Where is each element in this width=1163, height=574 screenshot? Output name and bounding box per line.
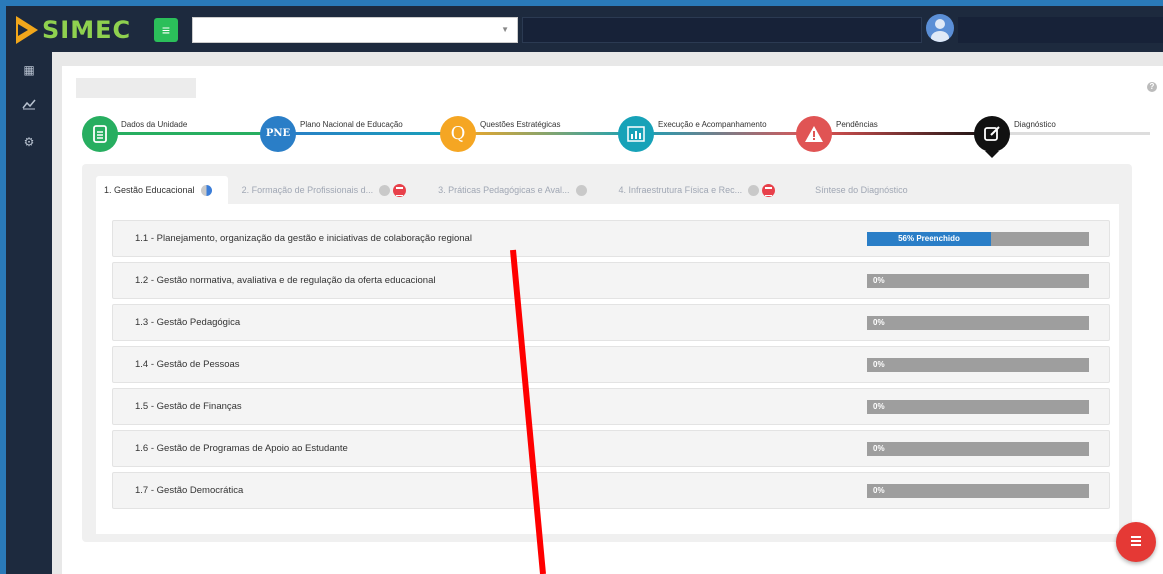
settings-gears-icon[interactable]: ⚙ [20,134,38,150]
floating-menu-button[interactable] [1116,522,1156,562]
progress-stepper: Dados da Unidade PNE Plano Nacional de E… [80,114,1150,164]
section-row[interactable]: 1.1 - Planejamento, organização da gestã… [112,220,1110,257]
progress-pie-icon [748,184,760,196]
step-connector [280,132,458,135]
tab-label: 3. Práticas Pedagógicas e Aval... [438,185,570,195]
tab-gestao-educacional[interactable]: 1. Gestão Educacional [96,176,228,204]
progress-bar: 0% [867,358,1089,372]
tab-praticas-pedagogicas[interactable]: 3. Práticas Pedagógicas e Aval... [422,176,602,204]
step-label: Execução e Acompanhamento [658,120,767,129]
step-diagnostico[interactable] [974,116,1010,152]
progress-label: 0% [873,402,885,411]
progress-label: 0% [873,360,885,369]
brand-name-text: SIMEC [42,16,132,44]
tab-infraestrutura[interactable]: 4. Infraestrutura Física e Rec... [603,176,792,204]
document-icon [93,125,107,143]
top-search-field[interactable] [522,17,922,43]
help-icon[interactable]: ? [1147,82,1157,92]
section-row[interactable]: 1.4 - Gestão de Pessoas 0% [112,346,1110,383]
section-row[interactable]: 1.6 - Gestão de Programas de Apoio ao Es… [112,430,1110,467]
user-avatar[interactable] [926,14,954,42]
section-title: 1.4 - Gestão de Pessoas [135,359,240,370]
main-content: ? Dados da Unidade PNE Plano Nacional de… [62,66,1163,574]
section-title: 1.7 - Gestão Democrática [135,485,244,496]
progress-bar: 0% [867,484,1089,498]
progress-bar: 0% [867,442,1089,456]
active-step-pointer [985,151,999,158]
section-row[interactable]: 1.3 - Gestão Pedagógica 0% [112,304,1110,341]
section-title: 1.5 - Gestão de Finanças [135,401,242,412]
tab-label: Síntese do Diagnóstico [815,185,908,195]
diagnostico-panel: 1. Gestão Educacional 2. Formação de Pro… [82,164,1132,542]
progress-pie-icon [200,184,212,196]
progress-bar: 0% [867,274,1089,288]
progress-pie-icon [575,184,587,196]
section-title: 1.6 - Gestão de Programas de Apoio ao Es… [135,443,348,454]
section-title: 1.3 - Gestão Pedagógica [135,317,241,328]
simec-logo[interactable]: SIMEC [16,14,131,46]
left-sidebar: ▦ ⚙ [0,52,52,574]
chevron-down-icon: ▼ [501,25,509,34]
q-icon: Q [450,123,466,144]
step-dados-unidade[interactable] [82,116,118,152]
section-row[interactable]: 1.7 - Gestão Democrática 0% [112,472,1110,509]
logo-arrow-icon [16,16,38,44]
tab-content: 1.1 - Planejamento, organização da gestã… [96,204,1119,534]
menu-toggle-button[interactable]: ≡ [154,18,178,42]
tab-formacao-profissionais[interactable]: 2. Formação de Profissionais d... [228,176,423,204]
section-row[interactable]: 1.2 - Gestão normativa, avaliativa e de … [112,262,1110,299]
step-execucao[interactable] [618,116,654,152]
bar-chart-icon [627,126,645,142]
brand-name: SIMEC [42,16,131,44]
hamburger-icon: ≡ [161,22,171,38]
edit-icon [984,126,1000,141]
pne-icon: PNE [265,128,291,139]
progress-label: 56% Preenchido [898,234,960,243]
user-menu[interactable] [958,17,1163,43]
tab-label: 2. Formação de Profissionais d... [241,185,374,195]
warning-icon [805,126,823,142]
tab-label: 1. Gestão Educacional [104,185,195,195]
section-title: 1.1 - Planejamento, organização da gestã… [135,233,472,244]
step-label: Dados da Unidade [121,120,188,129]
step-connector [100,132,280,135]
step-label: Pendências [836,120,878,129]
list-icon [393,183,407,197]
section-title: 1.2 - Gestão normativa, avaliativa e de … [135,275,436,286]
unit-select[interactable]: ▼ [192,17,518,43]
step-connector [458,132,636,135]
progress-bar: 0% [867,316,1089,330]
page-title [76,78,196,98]
top-navbar: SIMEC ≡ ▼ [0,0,1163,52]
step-connector [992,132,1150,135]
step-label: Plano Nacional de Educação [300,120,403,129]
progress-label: 0% [873,444,885,453]
section-tabs: 1. Gestão Educacional 2. Formação de Pro… [96,176,924,204]
progress-bar: 0% [867,400,1089,414]
dashboard-grid-icon[interactable]: ▦ [20,62,38,78]
step-label: Diagnóstico [1014,120,1056,129]
progress-label: 0% [873,318,885,327]
section-row[interactable]: 1.5 - Gestão de Finanças 0% [112,388,1110,425]
tab-label: 4. Infraestrutura Física e Rec... [618,185,743,195]
step-pne[interactable]: PNE [260,116,296,152]
progress-label: 0% [873,486,885,495]
list-icon [762,183,776,197]
step-label: Questões Estratégicas [480,120,561,129]
step-connector [814,132,992,135]
line-chart-icon[interactable] [20,98,38,114]
step-connector [636,132,814,135]
progress-pie-icon [379,184,391,196]
progress-label: 0% [873,276,885,285]
progress-bar: 56% Preenchido [867,232,1089,246]
step-questoes[interactable]: Q [440,116,476,152]
tab-sintese-diagnostico[interactable]: Síntese do Diagnóstico [791,176,924,204]
step-pendencias[interactable] [796,116,832,152]
